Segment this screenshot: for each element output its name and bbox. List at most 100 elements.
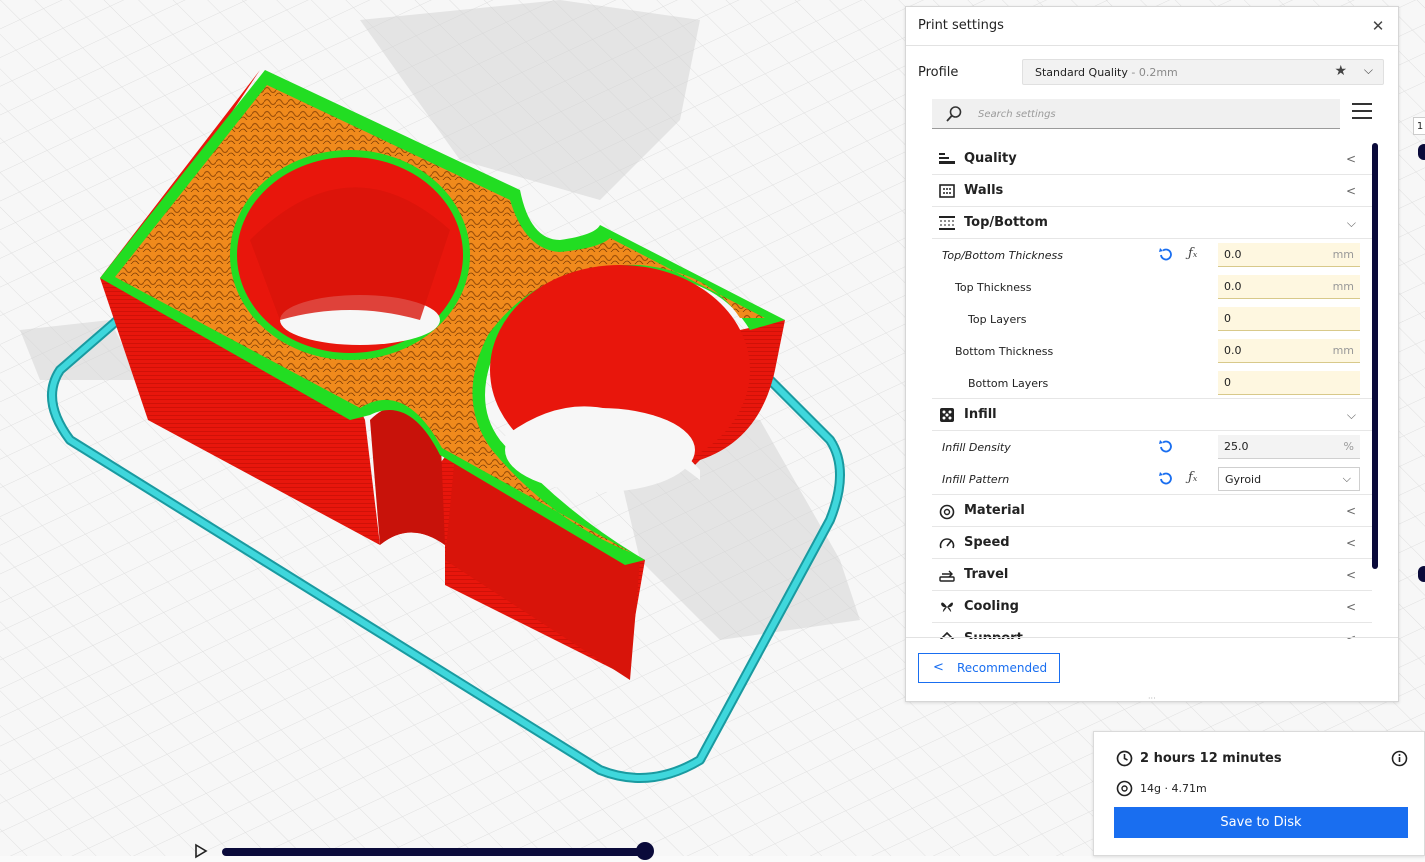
layer-number-label: 1 [1413, 117, 1425, 135]
chevron-left-icon: < [933, 660, 944, 675]
chevron-down-icon: ⌵ [1346, 216, 1356, 230]
layer-slider-bottom-handle[interactable] [1418, 566, 1425, 582]
search-icon [945, 105, 963, 126]
setting-label: Top/Bottom Thickness [942, 249, 1063, 262]
chevron-down-icon: ⌵ [1363, 63, 1373, 77]
profile-label: Profile [918, 65, 959, 80]
category-material[interactable]: Material < [932, 495, 1372, 527]
layer-view-slider[interactable] [222, 848, 646, 856]
chevron-left-icon: < [1345, 152, 1356, 166]
field-unit: mm [1332, 248, 1354, 261]
infill-density-field[interactable]: 25.0 % [1218, 435, 1360, 459]
search-settings-input[interactable]: Search settings [932, 99, 1340, 129]
function-icon[interactable]: ƒₓ [1188, 470, 1197, 485]
category-label: Top/Bottom [964, 215, 1048, 230]
profile-layer-height: - 0.2mm [1127, 66, 1178, 79]
recommended-label: Recommended [957, 661, 1048, 675]
field-value: 0.0 [1224, 344, 1242, 357]
print-time: 2 hours 12 minutes [1140, 751, 1282, 766]
close-icon[interactable]: ✕ [1368, 16, 1388, 36]
setting-top-bottom-thickness: Top/Bottom Thickness ƒₓ 0.0 mm [932, 239, 1372, 271]
setting-label: Top Layers [968, 313, 1027, 326]
resize-handle-icon[interactable]: ··· [1148, 695, 1160, 703]
top-layers-field[interactable]: 0 [1218, 307, 1360, 331]
settings-scrollbar[interactable] [1372, 143, 1378, 569]
layer-view-slider-handle[interactable] [636, 842, 654, 860]
top-thickness-field[interactable]: 0.0 mm [1218, 275, 1360, 299]
chevron-down-icon: ⌵ [1346, 408, 1356, 422]
save-to-disk-button[interactable]: Save to Disk [1114, 807, 1408, 838]
chevron-down-icon: ⌵ [1342, 472, 1351, 485]
star-icon[interactable]: ★ [1334, 63, 1347, 79]
profile-name: Standard Quality - 0.2mm [1035, 66, 1178, 79]
clock-icon [1116, 750, 1133, 770]
play-icon[interactable] [193, 843, 209, 862]
setting-bottom-thickness: Bottom Thickness 0.0 mm [932, 335, 1372, 367]
infill-icon [939, 408, 955, 422]
category-cooling[interactable]: Cooling < [932, 591, 1372, 623]
field-value: 0 [1224, 376, 1231, 389]
settings-menu-icon[interactable] [1352, 103, 1372, 123]
reset-icon[interactable] [1158, 247, 1174, 263]
fan-icon [939, 600, 955, 614]
bottom-thickness-field[interactable]: 0.0 mm [1218, 339, 1360, 363]
material-icon [939, 504, 955, 520]
field-unit: % [1343, 440, 1354, 453]
category-label: Travel [964, 567, 1009, 582]
setting-top-thickness: Top Thickness 0.0 mm [932, 271, 1372, 303]
category-label: Infill [964, 407, 997, 422]
category-label: Speed [964, 535, 1010, 550]
walls-icon [939, 184, 955, 198]
material-usage: 14g · 4.71m [1140, 782, 1207, 795]
panel-title: Print settings [918, 18, 1004, 33]
profile-name-text: Standard Quality [1035, 66, 1128, 79]
field-value: 25.0 [1224, 440, 1249, 453]
setting-infill-pattern: Infill Pattern ƒₓ Gyroid ⌵ [932, 463, 1372, 495]
field-value: 0 [1224, 312, 1231, 325]
top-bottom-icon [939, 216, 955, 230]
chevron-left-icon: < [1345, 600, 1356, 614]
setting-label: Infill Density [942, 441, 1011, 454]
category-label: Cooling [964, 599, 1019, 614]
setting-label: Top Thickness [955, 281, 1032, 294]
function-icon[interactable]: ƒₓ [1188, 246, 1197, 261]
category-speed[interactable]: Speed < [932, 527, 1372, 559]
top-bottom-thickness-field[interactable]: 0.0 mm [1218, 243, 1360, 267]
category-walls[interactable]: Walls < [932, 175, 1372, 207]
setting-infill-density: Infill Density 25.0 % [932, 431, 1372, 463]
reset-icon[interactable] [1158, 439, 1174, 455]
field-unit: mm [1332, 344, 1354, 357]
print-summary-panel: 2 hours 12 minutes 14g · 4.71m Save to D… [1093, 731, 1425, 856]
info-icon[interactable] [1391, 750, 1408, 770]
layer-slider-top-handle[interactable] [1418, 144, 1425, 160]
setting-label: Bottom Layers [968, 377, 1049, 390]
category-label: Quality [964, 151, 1017, 166]
quality-icon [939, 152, 955, 166]
infill-pattern-select[interactable]: Gyroid ⌵ [1218, 467, 1360, 491]
reset-icon[interactable] [1158, 471, 1174, 487]
category-travel[interactable]: Travel < [932, 559, 1372, 591]
category-label: Walls [964, 183, 1004, 198]
travel-icon [939, 568, 955, 582]
field-value: Gyroid [1225, 473, 1262, 486]
spool-icon [1116, 780, 1133, 800]
print-settings-panel: Print settings ✕ Profile Standard Qualit… [905, 6, 1399, 703]
field-value: 0.0 [1224, 280, 1242, 293]
setting-label: Infill Pattern [942, 473, 1010, 486]
setting-label: Bottom Thickness [955, 345, 1054, 358]
field-unit: mm [1332, 280, 1354, 293]
speed-icon [939, 536, 955, 550]
bottom-layers-field[interactable]: 0 [1218, 371, 1360, 395]
profile-dropdown[interactable]: Standard Quality - 0.2mm ★ ⌵ [1022, 59, 1384, 85]
recommended-button[interactable]: < Recommended [918, 653, 1060, 683]
settings-list: Quality < Walls < Top/Bottom ⌵ Top/Botto… [932, 143, 1372, 639]
panel-header: Print settings ✕ [906, 7, 1398, 46]
category-quality[interactable]: Quality < [932, 143, 1372, 175]
chevron-left-icon: < [1345, 184, 1356, 198]
search-placeholder: Search settings [978, 109, 1056, 120]
chevron-left-icon: < [1345, 536, 1356, 550]
category-top-bottom[interactable]: Top/Bottom ⌵ [932, 207, 1372, 239]
category-infill[interactable]: Infill ⌵ [932, 399, 1372, 431]
setting-bottom-layers: Bottom Layers 0 [932, 367, 1372, 399]
chevron-left-icon: < [1345, 504, 1356, 518]
